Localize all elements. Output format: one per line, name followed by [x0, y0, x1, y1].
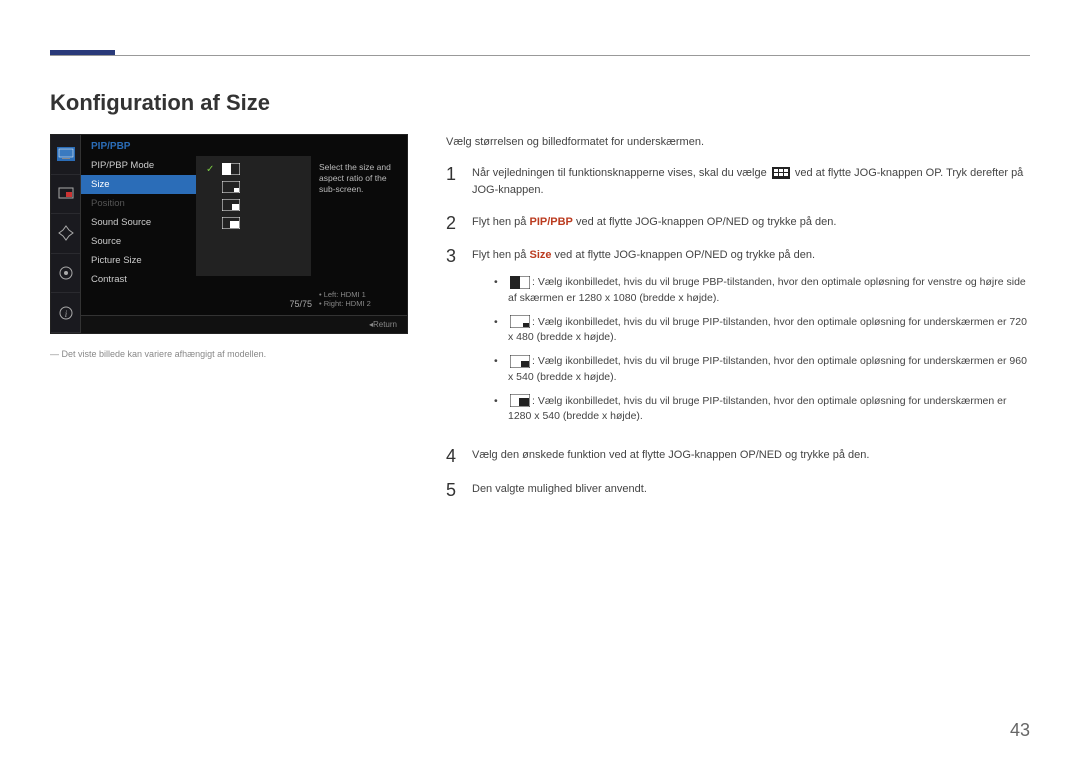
- osd-title: PIP/PBP: [81, 135, 407, 156]
- bullet-pip-small: •: Vælg ikonbilledet, hvis du vil bruge …: [494, 315, 1030, 347]
- step-number: 5: [446, 481, 460, 501]
- osd-side-icon-settings: [51, 254, 80, 294]
- page-number: 43: [1010, 720, 1030, 741]
- step-body: Når vejledningen til funktionsknapperne …: [472, 165, 1030, 200]
- bullet4-text: : Vælg ikonbilledet, hvis du vil bruge P…: [508, 395, 1007, 423]
- step-1: 1 Når vejledningen til funktionsknappern…: [446, 165, 1030, 200]
- osd-option-pip-small: [196, 178, 311, 196]
- bullet3-text: : Vælg ikonbilledet, hvis du vil bruge P…: [508, 355, 1027, 383]
- osd-side-icon-picture: [51, 135, 80, 175]
- step-body: Flyt hen på PIP/PBP ved at flytte JOG-kn…: [472, 214, 1030, 232]
- osd-side-icon-display: [51, 214, 80, 254]
- pip-small-icon: [510, 315, 530, 328]
- osd-options: ✓: [196, 156, 311, 276]
- step-body: Flyt hen på Size ved at flytte JOG-knapp…: [472, 247, 1030, 433]
- header-rule: [50, 55, 1030, 56]
- header-accent: [50, 50, 115, 55]
- osd-help-bottom: • Left: HDMI 1 • Right: HDMI 2: [319, 290, 399, 310]
- osd-help: Select the size and aspect ratio of the …: [311, 156, 407, 315]
- osd-sidebar: i: [51, 135, 81, 333]
- osd-side-icon-pip: [51, 175, 80, 215]
- osd-item-mode: PIP/PBP Mode: [81, 156, 196, 175]
- bullet-pbp: •: Vælg ikonbilledet, hvis du vil bruge …: [494, 275, 1030, 307]
- osd-item-source: Source: [81, 232, 196, 251]
- osd-contrast-value: 75/75: [289, 299, 312, 309]
- osd-footer: ◂ Return: [81, 315, 407, 333]
- step3-highlight: Size: [529, 249, 551, 261]
- pip-large-icon: [510, 394, 530, 407]
- osd-help-text: Select the size and aspect ratio of the …: [319, 162, 399, 195]
- step4-text: Vælg den ønskede funktion ved at flytte …: [472, 447, 1030, 465]
- step2-text-a: Flyt hen på: [472, 216, 529, 228]
- step1-text-a: Når vejledningen til funktionsknapperne …: [472, 167, 770, 179]
- step2-text-b: ved at flytte JOG-knappen OP/NED og tryk…: [573, 216, 837, 228]
- osd-option-pip-large: [196, 214, 311, 232]
- step3-text-b: ved at flytte JOG-knappen OP/NED og tryk…: [552, 249, 816, 261]
- content-row: i PIP/PBP PIP/PBP Mode Size Position Sou…: [50, 134, 1030, 515]
- osd-item-psize: Picture Size: [81, 251, 196, 270]
- osd-option-pip-med: [196, 196, 311, 214]
- osd-item-sound: Sound Source: [81, 213, 196, 232]
- bullet-list: •: Vælg ikonbilledet, hvis du vil bruge …: [472, 275, 1030, 425]
- osd-side-icon-info: i: [51, 293, 80, 333]
- osd-item-contrast: Contrast: [81, 270, 196, 289]
- osd-screenshot: i PIP/PBP PIP/PBP Mode Size Position Sou…: [50, 134, 408, 334]
- step-number: 4: [446, 447, 460, 467]
- step5-text: Den valgte mulighed bliver anvendt.: [472, 481, 1030, 499]
- left-column: i PIP/PBP PIP/PBP Mode Size Position Sou…: [50, 134, 410, 515]
- step-4: 4 Vælg den ønskede funktion ved at flytt…: [446, 447, 1030, 467]
- pbp-split-icon: [510, 276, 530, 289]
- bullet-pip-large: •: Vælg ikonbilledet, hvis du vil bruge …: [494, 394, 1030, 426]
- page-heading: Konfiguration af Size: [50, 90, 1030, 116]
- osd-item-position: Position: [81, 194, 196, 213]
- svg-text:i: i: [64, 309, 67, 319]
- step2-highlight: PIP/PBP: [529, 216, 572, 228]
- step-number: 3: [446, 247, 460, 267]
- step-number: 2: [446, 214, 460, 234]
- osd-help-left: Left: HDMI 1: [324, 290, 366, 299]
- osd-option-pbp: ✓: [196, 160, 311, 178]
- bullet-pip-med: •: Vælg ikonbilledet, hvis du vil bruge …: [494, 354, 1030, 386]
- osd-item-size: Size: [81, 175, 196, 194]
- right-column: Vælg størrelsen og billedformatet for un…: [446, 134, 1030, 515]
- step-3: 3 Flyt hen på Size ved at flytte JOG-kna…: [446, 247, 1030, 433]
- step-number: 1: [446, 165, 460, 185]
- osd-menu-list: PIP/PBP Mode Size Position Sound Source …: [81, 156, 196, 315]
- intro-text: Vælg størrelsen og billedformatet for un…: [446, 134, 1030, 151]
- osd-return-label: Return: [373, 320, 397, 329]
- step3-text-a: Flyt hen på: [472, 249, 529, 261]
- bullet1-text: : Vælg ikonbilledet, hvis du vil bruge P…: [508, 276, 1026, 304]
- pip-med-icon: [510, 355, 530, 368]
- bullet2-text: : Vælg ikonbilledet, hvis du vil bruge P…: [508, 316, 1027, 344]
- step-5: 5 Den valgte mulighed bliver anvendt.: [446, 481, 1030, 501]
- menu-icon: [772, 167, 790, 179]
- osd-help-right: Right: HDMI 2: [324, 299, 371, 308]
- image-caption: Det viste billede kan variere afhængigt …: [50, 348, 410, 361]
- osd-main: PIP/PBP PIP/PBP Mode Size Position Sound…: [81, 135, 407, 333]
- step-2: 2 Flyt hen på PIP/PBP ved at flytte JOG-…: [446, 214, 1030, 234]
- osd-body: PIP/PBP Mode Size Position Sound Source …: [81, 156, 407, 315]
